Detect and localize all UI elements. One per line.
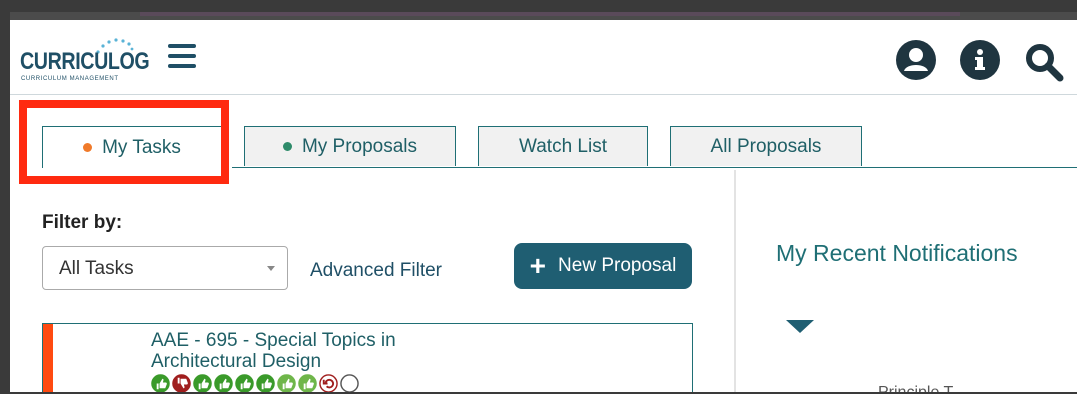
thumbs-up-icon bbox=[235, 374, 254, 392]
info-icon[interactable] bbox=[960, 40, 1000, 80]
thumbs-up-icon bbox=[298, 374, 317, 392]
thumbs-up-icon bbox=[151, 374, 170, 392]
header: CURRICULOG CURRICULUM MANAGEMENT bbox=[10, 20, 1077, 95]
plus-icon: + bbox=[529, 250, 547, 281]
undo-icon bbox=[319, 374, 338, 392]
task-card[interactable]: AAE - 695 - Special Topics in Architectu… bbox=[42, 323, 693, 392]
tab-label: Watch List bbox=[519, 135, 607, 157]
tab-watch-list[interactable]: Watch List bbox=[478, 126, 648, 166]
task-filter-value: All Tasks bbox=[59, 258, 134, 279]
tab-my-proposals[interactable]: My Proposals bbox=[244, 126, 456, 166]
tab-label: All Proposals bbox=[710, 135, 822, 157]
menu-icon[interactable] bbox=[168, 44, 196, 68]
task-status-bar bbox=[43, 324, 53, 392]
thumbs-up-icon bbox=[277, 374, 296, 392]
tasks-panel: Filter by: All Tasks Advanced Filter + N… bbox=[20, 170, 734, 392]
green-dot-icon bbox=[282, 142, 292, 151]
tab-underline bbox=[232, 167, 1077, 168]
thumbs-up-icon bbox=[193, 374, 212, 392]
search-icon[interactable] bbox=[1022, 40, 1064, 82]
logo[interactable]: CURRICULOG CURRICULUM MANAGEMENT bbox=[20, 36, 150, 86]
vote-status-row bbox=[151, 374, 359, 392]
panel-divider bbox=[734, 170, 736, 392]
thumbs-down-icon bbox=[172, 374, 191, 392]
new-proposal-button[interactable]: + New Proposal bbox=[514, 243, 692, 289]
app-window: CURRICULOG CURRICULUM MANAGEMENT My Task… bbox=[10, 12, 1077, 392]
filter-label: Filter by: bbox=[42, 212, 123, 233]
task-filter-select[interactable]: All Tasks bbox=[42, 246, 288, 290]
new-proposal-label: New Proposal bbox=[558, 255, 677, 276]
top-strip bbox=[10, 12, 1077, 20]
user-icon[interactable] bbox=[896, 40, 936, 80]
pending-icon bbox=[340, 374, 359, 392]
logo-text: CURRICULOG bbox=[20, 48, 150, 75]
advanced-filter-link[interactable]: Advanced Filter bbox=[310, 260, 442, 282]
notifications-title: My Recent Notifications bbox=[776, 240, 1018, 266]
tab-label: My Proposals bbox=[301, 135, 418, 157]
tab-all-proposals[interactable]: All Proposals bbox=[670, 126, 862, 166]
caret-down-icon[interactable] bbox=[786, 320, 814, 333]
chevron-down-icon bbox=[267, 266, 275, 271]
task-title[interactable]: AAE - 695 - Special Topics in Architectu… bbox=[151, 330, 471, 372]
logo-subtitle: CURRICULUM MANAGEMENT bbox=[21, 76, 119, 82]
notification-snippet[interactable]: Principle T... bbox=[878, 384, 965, 392]
highlight-box bbox=[19, 100, 229, 184]
thumbs-up-icon bbox=[256, 374, 275, 392]
thumbs-up-icon bbox=[214, 374, 233, 392]
